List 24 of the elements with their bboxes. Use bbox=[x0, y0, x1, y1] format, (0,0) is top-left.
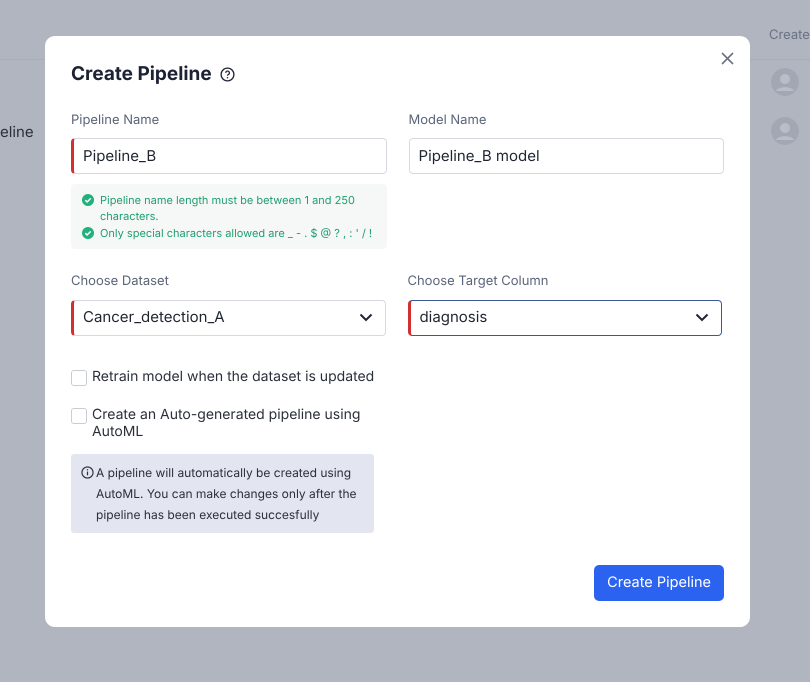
chevron-down-icon bbox=[358, 313, 372, 322]
create-pipeline-button[interactable]: Create Pipeline bbox=[594, 565, 724, 601]
close-button[interactable] bbox=[719, 50, 735, 66]
checkbox[interactable] bbox=[71, 408, 87, 424]
info-icon bbox=[81, 466, 94, 478]
input-field[interactable]: Pipeline_B bbox=[71, 138, 386, 174]
row-name: eline bbox=[0, 121, 34, 143]
field-label: Choose Target Column bbox=[408, 272, 550, 291]
column-header: Create bbox=[769, 26, 810, 45]
field-label: Model Name bbox=[408, 110, 488, 130]
help-icon[interactable] bbox=[220, 66, 235, 82]
checkbox-label: Create an Auto-generated pipeline using AutoML bbox=[92, 406, 362, 440]
checkbox[interactable] bbox=[71, 370, 87, 386]
field-label: Choose Dataset bbox=[71, 272, 170, 291]
dialog-title: Create Pipeline bbox=[71, 61, 212, 87]
select-field[interactable]: diagnosis bbox=[408, 300, 722, 336]
validation-message: Only special characters allowed are _ - . $ @ ? , : ' / ! bbox=[100, 225, 372, 241]
info-text: A pipeline will automatically be created using AutoML. You can make changes only after the pipeline has been executed succesfully bbox=[96, 464, 358, 524]
input-field[interactable]: Pipeline_B model bbox=[408, 138, 724, 174]
select-field[interactable]: Cancer_detection_A bbox=[71, 300, 386, 336]
validation-message: Pipeline name length must be between 1 and 250 characters. bbox=[100, 192, 356, 224]
field-label: Pipeline Name bbox=[71, 110, 160, 130]
chevron-down-icon bbox=[695, 313, 709, 322]
checkbox-label: Retrain model when the dataset is updated bbox=[92, 368, 374, 384]
